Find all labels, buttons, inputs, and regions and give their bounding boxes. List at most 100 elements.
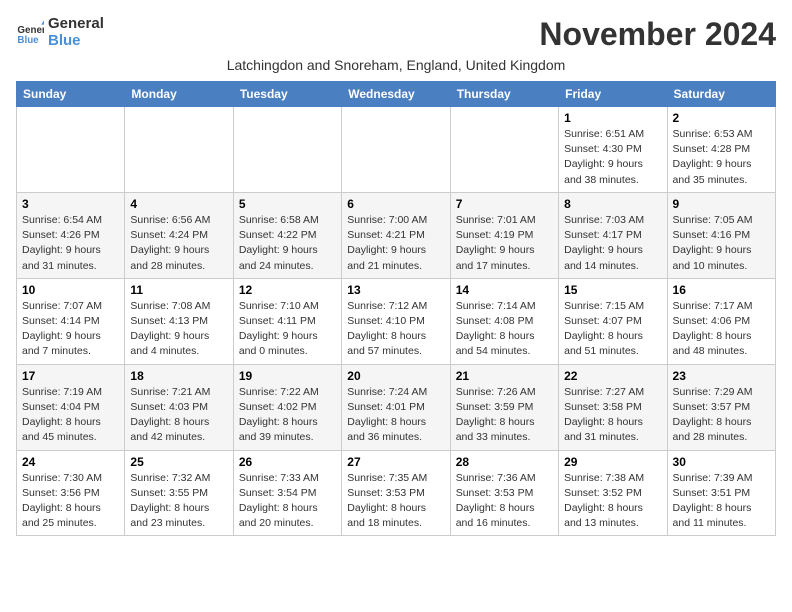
calendar-cell <box>233 107 341 193</box>
calendar-week-row: 17 Sunrise: 7:19 AM Sunset: 4:04 PM Dayli… <box>17 364 776 450</box>
day-info: Sunrise: 6:56 AM Sunset: 4:24 PM Dayligh… <box>130 213 227 274</box>
day-info: Sunrise: 6:58 AM Sunset: 4:22 PM Dayligh… <box>239 213 336 274</box>
calendar-week-row: 3Sunrise: 6:54 AM Sunset: 4:26 PM Daylig… <box>17 192 776 278</box>
day-info: Sunrise: 7:05 AM Sunset: 4:16 PM Dayligh… <box>673 213 770 274</box>
day-number: 18 <box>130 369 227 383</box>
logo: General Blue General Blue <box>16 16 104 49</box>
day-number: 3 <box>22 197 119 211</box>
day-info: Sunrise: 7:21 AM Sunset: 4:03 PM Dayligh… <box>130 385 227 446</box>
calendar-cell: 26Sunrise: 7:33 AM Sunset: 3:54 PM Dayli… <box>233 450 341 536</box>
calendar-week-row: 24 Sunrise: 7:30 AM Sunset: 3:56 PM Dayli… <box>17 450 776 536</box>
calendar-week-row: 1 Sunrise: 6:51 AM Sunset: 4:30 PM Daylig… <box>17 107 776 193</box>
day-info: Sunrise: 7:26 AM Sunset: 3:59 PM Dayligh… <box>456 385 553 446</box>
calendar-cell: 5 Sunrise: 6:58 AM Sunset: 4:22 PM Daylig… <box>233 192 341 278</box>
day-number: 25 <box>130 455 227 469</box>
calendar-cell: 11 Sunrise: 7:08 AM Sunset: 4:13 PM Dayli… <box>125 278 233 364</box>
calendar-cell: 2 Sunrise: 6:53 AM Sunset: 4:28 PM Daylig… <box>667 107 775 193</box>
day-info: Sunrise: 7:12 AM Sunset: 4:10 PM Dayligh… <box>347 299 444 360</box>
calendar-cell <box>17 107 125 193</box>
calendar-week-row: 10 Sunrise: 7:07 AM Sunset: 4:14 PM Dayli… <box>17 278 776 364</box>
header: General Blue General Blue November 2024 <box>16 16 776 53</box>
calendar-cell: 13 Sunrise: 7:12 AM Sunset: 4:10 PM Dayli… <box>342 278 450 364</box>
day-number: 10 <box>22 283 119 297</box>
calendar-cell: 30Sunrise: 7:39 AM Sunset: 3:51 PM Dayli… <box>667 450 775 536</box>
calendar-cell: 29Sunrise: 7:38 AM Sunset: 3:52 PM Dayli… <box>559 450 667 536</box>
day-number: 9 <box>673 197 770 211</box>
day-info: Sunrise: 6:53 AM Sunset: 4:28 PM Dayligh… <box>673 127 770 188</box>
day-number: 20 <box>347 369 444 383</box>
column-header-monday: Monday <box>125 82 233 107</box>
calendar-cell: 10 Sunrise: 7:07 AM Sunset: 4:14 PM Dayli… <box>17 278 125 364</box>
day-number: 19 <box>239 369 336 383</box>
svg-text:Blue: Blue <box>17 34 39 45</box>
day-number: 30 <box>673 455 770 469</box>
month-title: November 2024 <box>539 16 776 53</box>
column-header-saturday: Saturday <box>667 82 775 107</box>
day-info: Sunrise: 7:19 AM Sunset: 4:04 PM Dayligh… <box>22 385 119 446</box>
day-info: Sunrise: 7:27 AM Sunset: 3:58 PM Dayligh… <box>564 385 661 446</box>
day-number: 6 <box>347 197 444 211</box>
day-number: 24 <box>22 455 119 469</box>
day-info: Sunrise: 7:01 AM Sunset: 4:19 PM Dayligh… <box>456 213 553 274</box>
column-header-thursday: Thursday <box>450 82 558 107</box>
calendar-cell: 9 Sunrise: 7:05 AM Sunset: 4:16 PM Daylig… <box>667 192 775 278</box>
logo-general-text: General <box>48 16 104 33</box>
day-number: 1 <box>564 111 661 125</box>
day-number: 27 <box>347 455 444 469</box>
day-number: 23 <box>673 369 770 383</box>
day-info: Sunrise: 7:33 AM Sunset: 3:54 PM Dayligh… <box>239 471 336 532</box>
calendar-cell: 28Sunrise: 7:36 AM Sunset: 3:53 PM Dayli… <box>450 450 558 536</box>
day-number: 12 <box>239 283 336 297</box>
calendar-cell: 19 Sunrise: 7:22 AM Sunset: 4:02 PM Dayli… <box>233 364 341 450</box>
day-number: 17 <box>22 369 119 383</box>
day-info: Sunrise: 7:36 AM Sunset: 3:53 PM Dayligh… <box>456 471 553 532</box>
day-info: Sunrise: 7:32 AM Sunset: 3:55 PM Dayligh… <box>130 471 227 532</box>
calendar-cell: 22 Sunrise: 7:27 AM Sunset: 3:58 PM Dayli… <box>559 364 667 450</box>
calendar-cell: 17 Sunrise: 7:19 AM Sunset: 4:04 PM Dayli… <box>17 364 125 450</box>
calendar-cell: 27 Sunrise: 7:35 AM Sunset: 3:53 PM Dayli… <box>342 450 450 536</box>
day-info: Sunrise: 7:08 AM Sunset: 4:13 PM Dayligh… <box>130 299 227 360</box>
day-number: 21 <box>456 369 553 383</box>
calendar-cell: 20 Sunrise: 7:24 AM Sunset: 4:01 PM Dayli… <box>342 364 450 450</box>
day-number: 5 <box>239 197 336 211</box>
day-info: Sunrise: 7:17 AM Sunset: 4:06 PM Dayligh… <box>673 299 770 360</box>
calendar-table: SundayMondayTuesdayWednesdayThursdayFrid… <box>16 81 776 536</box>
calendar-cell: 24 Sunrise: 7:30 AM Sunset: 3:56 PM Dayli… <box>17 450 125 536</box>
day-info: Sunrise: 7:35 AM Sunset: 3:53 PM Dayligh… <box>347 471 444 532</box>
logo-icon: General Blue <box>16 19 44 47</box>
subtitle: Latchingdon and Snoreham, England, Unite… <box>16 57 776 73</box>
calendar-cell: 16 Sunrise: 7:17 AM Sunset: 4:06 PM Dayli… <box>667 278 775 364</box>
day-info: Sunrise: 7:22 AM Sunset: 4:02 PM Dayligh… <box>239 385 336 446</box>
calendar-cell: 21 Sunrise: 7:26 AM Sunset: 3:59 PM Dayli… <box>450 364 558 450</box>
column-header-sunday: Sunday <box>17 82 125 107</box>
calendar-cell: 18 Sunrise: 7:21 AM Sunset: 4:03 PM Dayli… <box>125 364 233 450</box>
day-number: 13 <box>347 283 444 297</box>
column-header-friday: Friday <box>559 82 667 107</box>
day-info: Sunrise: 6:51 AM Sunset: 4:30 PM Dayligh… <box>564 127 661 188</box>
calendar-cell <box>125 107 233 193</box>
calendar-cell: 4 Sunrise: 6:56 AM Sunset: 4:24 PM Daylig… <box>125 192 233 278</box>
day-info: Sunrise: 7:30 AM Sunset: 3:56 PM Dayligh… <box>22 471 119 532</box>
day-number: 16 <box>673 283 770 297</box>
calendar-cell: 14Sunrise: 7:14 AM Sunset: 4:08 PM Dayli… <box>450 278 558 364</box>
column-header-tuesday: Tuesday <box>233 82 341 107</box>
day-number: 2 <box>673 111 770 125</box>
day-number: 29 <box>564 455 661 469</box>
calendar-cell: 1 Sunrise: 6:51 AM Sunset: 4:30 PM Daylig… <box>559 107 667 193</box>
calendar-cell <box>342 107 450 193</box>
calendar-cell: 6 Sunrise: 7:00 AM Sunset: 4:21 PM Daylig… <box>342 192 450 278</box>
calendar-cell: 7Sunrise: 7:01 AM Sunset: 4:19 PM Daylig… <box>450 192 558 278</box>
day-number: 15 <box>564 283 661 297</box>
column-header-wednesday: Wednesday <box>342 82 450 107</box>
day-number: 11 <box>130 283 227 297</box>
calendar-cell: 25 Sunrise: 7:32 AM Sunset: 3:55 PM Dayli… <box>125 450 233 536</box>
day-number: 8 <box>564 197 661 211</box>
logo-blue-text: Blue <box>48 33 104 50</box>
calendar-cell: 12Sunrise: 7:10 AM Sunset: 4:11 PM Dayli… <box>233 278 341 364</box>
day-info: Sunrise: 7:24 AM Sunset: 4:01 PM Dayligh… <box>347 385 444 446</box>
day-number: 22 <box>564 369 661 383</box>
day-info: Sunrise: 7:00 AM Sunset: 4:21 PM Dayligh… <box>347 213 444 274</box>
day-info: Sunrise: 7:07 AM Sunset: 4:14 PM Dayligh… <box>22 299 119 360</box>
calendar-cell: 3Sunrise: 6:54 AM Sunset: 4:26 PM Daylig… <box>17 192 125 278</box>
day-number: 4 <box>130 197 227 211</box>
